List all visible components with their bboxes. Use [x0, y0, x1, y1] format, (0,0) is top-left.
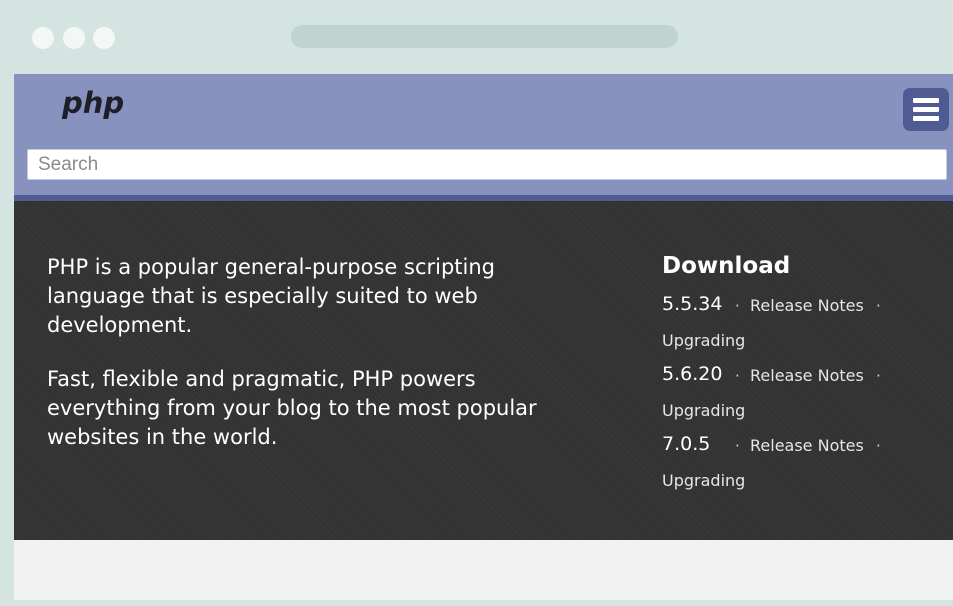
- upgrading-link[interactable]: Upgrading: [662, 401, 745, 421]
- upgrading-link[interactable]: Upgrading: [662, 331, 745, 351]
- separator-dot: ·: [735, 437, 740, 455]
- window-maximize-button[interactable]: [93, 27, 115, 49]
- release-notes-link[interactable]: Release Notes: [750, 296, 864, 316]
- separator-dot: ·: [876, 367, 881, 385]
- version-link[interactable]: 5.5.34: [662, 291, 722, 317]
- release-notes-link[interactable]: Release Notes: [750, 436, 864, 456]
- download-heading: Download: [662, 253, 791, 279]
- window-close-button[interactable]: [32, 27, 54, 49]
- download-panel: Download 5.5.34 · Release Notes · Upgrad…: [662, 251, 947, 501]
- separator-dot: ·: [876, 437, 881, 455]
- menu-bar-line: [913, 107, 939, 112]
- release-notes-link[interactable]: Release Notes: [750, 366, 864, 386]
- site-header: php: [14, 74, 953, 195]
- window-minimize-button[interactable]: [63, 27, 85, 49]
- page-viewport: php PHP is a popular general-purpose scr…: [14, 74, 953, 600]
- version-link[interactable]: 7.0.5: [662, 431, 710, 457]
- search-input[interactable]: [27, 149, 947, 180]
- upgrading-link[interactable]: Upgrading: [662, 471, 745, 491]
- address-bar[interactable]: [291, 25, 678, 48]
- hero-section: PHP is a popular general-purpose scripti…: [14, 201, 953, 540]
- browser-window: php PHP is a popular general-purpose scr…: [0, 0, 953, 606]
- release-item: 5.5.34 · Release Notes · Upgrading: [662, 291, 947, 361]
- php-logo[interactable]: php: [62, 86, 124, 120]
- release-item: 7.0.5 · Release Notes · Upgrading: [662, 431, 947, 501]
- separator-dot: ·: [735, 367, 740, 385]
- intro-text: PHP is a popular general-purpose scripti…: [47, 253, 587, 477]
- release-item: 5.6.20 · Release Notes · Upgrading: [662, 361, 947, 431]
- intro-paragraph: Fast, flexible and pragmatic, PHP powers…: [47, 367, 537, 449]
- separator-dot: ·: [735, 297, 740, 315]
- version-link[interactable]: 5.6.20: [662, 361, 722, 387]
- separator-dot: ·: [876, 297, 881, 315]
- hamburger-menu-icon[interactable]: [903, 88, 949, 131]
- intro-paragraph: PHP is a popular general-purpose scripti…: [47, 255, 495, 337]
- menu-bar-line: [913, 116, 939, 121]
- menu-bar-line: [913, 98, 939, 103]
